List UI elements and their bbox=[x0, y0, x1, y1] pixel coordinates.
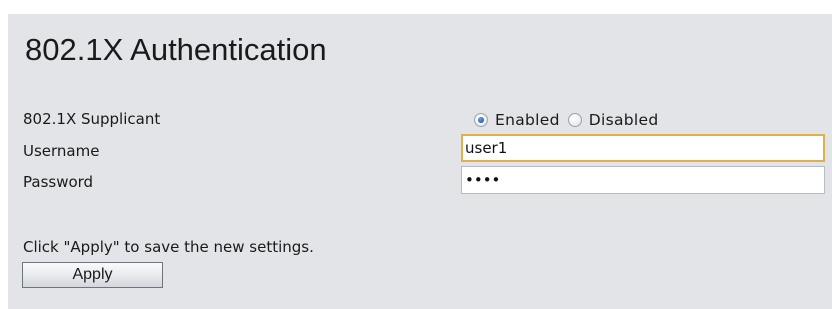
password-field[interactable] bbox=[461, 166, 825, 194]
enabled-radio-label[interactable]: Enabled bbox=[495, 111, 560, 129]
supplicant-radio-group: Enabled Disabled bbox=[474, 110, 667, 130]
page-title: 802.1X Authentication bbox=[25, 32, 327, 67]
supplicant-label: 802.1X Supplicant bbox=[23, 110, 161, 128]
apply-button[interactable]: Apply bbox=[22, 262, 163, 288]
password-label: Password bbox=[23, 173, 94, 191]
apply-hint-text: Click "Apply" to save the new settings. bbox=[23, 238, 314, 256]
username-field[interactable] bbox=[461, 134, 825, 162]
enabled-radio[interactable] bbox=[474, 113, 488, 127]
settings-panel: 802.1X Authentication 802.1X Supplicant … bbox=[8, 14, 832, 309]
disabled-radio-label[interactable]: Disabled bbox=[589, 111, 659, 129]
disabled-radio[interactable] bbox=[567, 113, 582, 127]
username-label: Username bbox=[23, 142, 100, 160]
